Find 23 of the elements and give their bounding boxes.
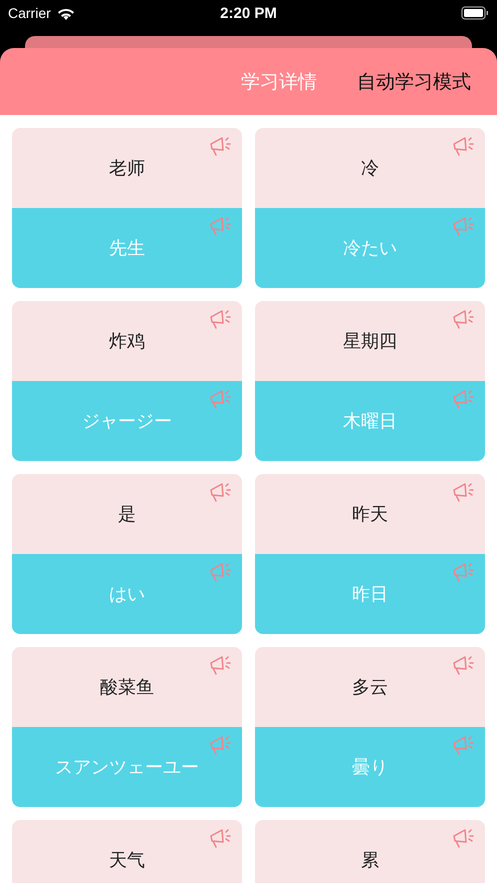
japanese-word: ジャージー xyxy=(82,410,172,433)
battery-icon xyxy=(460,6,489,20)
chinese-word: 老师 xyxy=(109,157,145,180)
japanese-word: 昨日 xyxy=(352,583,388,606)
chinese-word: 天气 xyxy=(109,849,145,872)
japanese-word: 曇り xyxy=(352,756,388,779)
chinese-word: 是 xyxy=(118,503,136,526)
chinese-word: 炸鸡 xyxy=(109,330,145,353)
japanese-word: 木曜日 xyxy=(343,410,397,433)
chinese-word: 累 xyxy=(361,849,379,872)
japanese-word: 冷たい xyxy=(343,237,397,260)
carrier-label: Carrier xyxy=(8,5,51,21)
wifi-icon xyxy=(56,6,75,20)
header-tab[interactable]: 自动学习模式 xyxy=(357,68,471,94)
japanese-word: 先生 xyxy=(109,237,145,260)
japanese-word: はい xyxy=(109,583,145,606)
japanese-word: スアンツェーユー xyxy=(55,756,199,779)
chinese-word: 多云 xyxy=(352,676,388,699)
clock-time: 2:20 PM xyxy=(220,4,277,22)
chinese-word: 星期四 xyxy=(343,330,397,353)
chinese-word: 昨天 xyxy=(352,503,388,526)
chinese-word: 冷 xyxy=(361,157,379,180)
chinese-word: 酸菜鱼 xyxy=(100,676,154,699)
